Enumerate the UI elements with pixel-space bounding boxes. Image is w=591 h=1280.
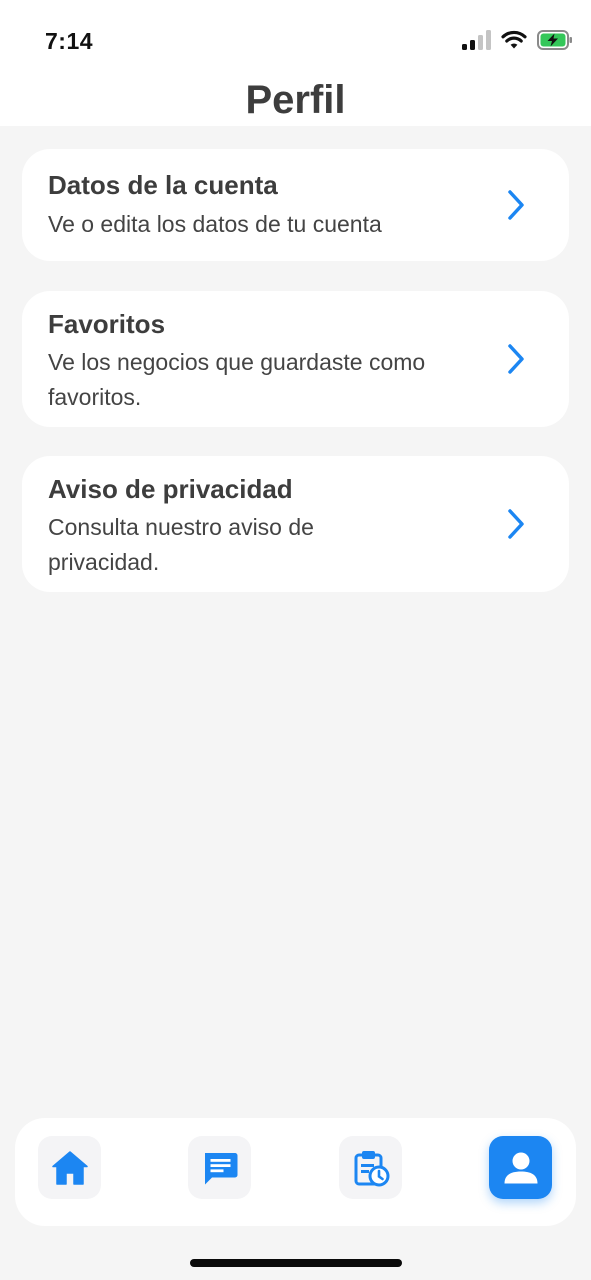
description-line: favoritos. xyxy=(48,384,142,410)
wifi-icon xyxy=(501,30,527,49)
chevron-right-icon xyxy=(508,344,524,374)
description-line: Ve o edita los datos de tu cuenta xyxy=(48,211,382,237)
menu-item-title: Datos de la cuenta xyxy=(48,170,278,200)
nav-home-button[interactable] xyxy=(38,1136,101,1199)
description-line: privacidad. xyxy=(48,549,160,575)
menu-item-description: Ve o edita los datos de tu cuenta xyxy=(48,207,478,242)
menu-item-account-data[interactable]: Datos de la cuenta Ve o edita los datos … xyxy=(22,149,569,261)
top-bar: 7:14 Perfil xyxy=(0,0,591,126)
cellular-signal-icon xyxy=(462,30,491,50)
user-icon xyxy=(504,1152,537,1183)
battery-charging-icon xyxy=(537,30,572,50)
status-icons xyxy=(462,30,573,50)
chevron-right-icon xyxy=(508,509,524,539)
chevron-right-icon xyxy=(508,190,524,220)
page-title: Perfil xyxy=(245,78,346,122)
chat-icon xyxy=(204,1152,237,1184)
menu-item-title: Aviso de privacidad xyxy=(48,474,293,504)
nav-messages-button[interactable] xyxy=(188,1136,251,1199)
nav-appointments-button[interactable] xyxy=(339,1136,402,1199)
home-icon xyxy=(51,1150,88,1185)
description-line: Consulta nuestro aviso de xyxy=(48,514,314,540)
menu-item-privacy-notice[interactable]: Aviso de privacidad Consulta nuestro avi… xyxy=(22,456,569,592)
nav-profile-button[interactable] xyxy=(489,1136,552,1199)
description-line: Ve los negocios que guardaste como xyxy=(48,349,426,375)
calendar-clock-icon xyxy=(354,1150,389,1186)
menu-item-description: Ve los negocios que guardaste como favor… xyxy=(48,345,478,415)
status-time: 7:14 xyxy=(45,28,94,54)
home-indicator[interactable] xyxy=(190,1259,402,1267)
menu-item-description: Consulta nuestro aviso de privacidad. xyxy=(48,510,478,580)
menu-item-favorites[interactable]: Favoritos Ve los negocios que guardaste … xyxy=(22,291,569,427)
bottom-nav xyxy=(15,1118,576,1226)
menu-item-title: Favoritos xyxy=(48,309,166,339)
